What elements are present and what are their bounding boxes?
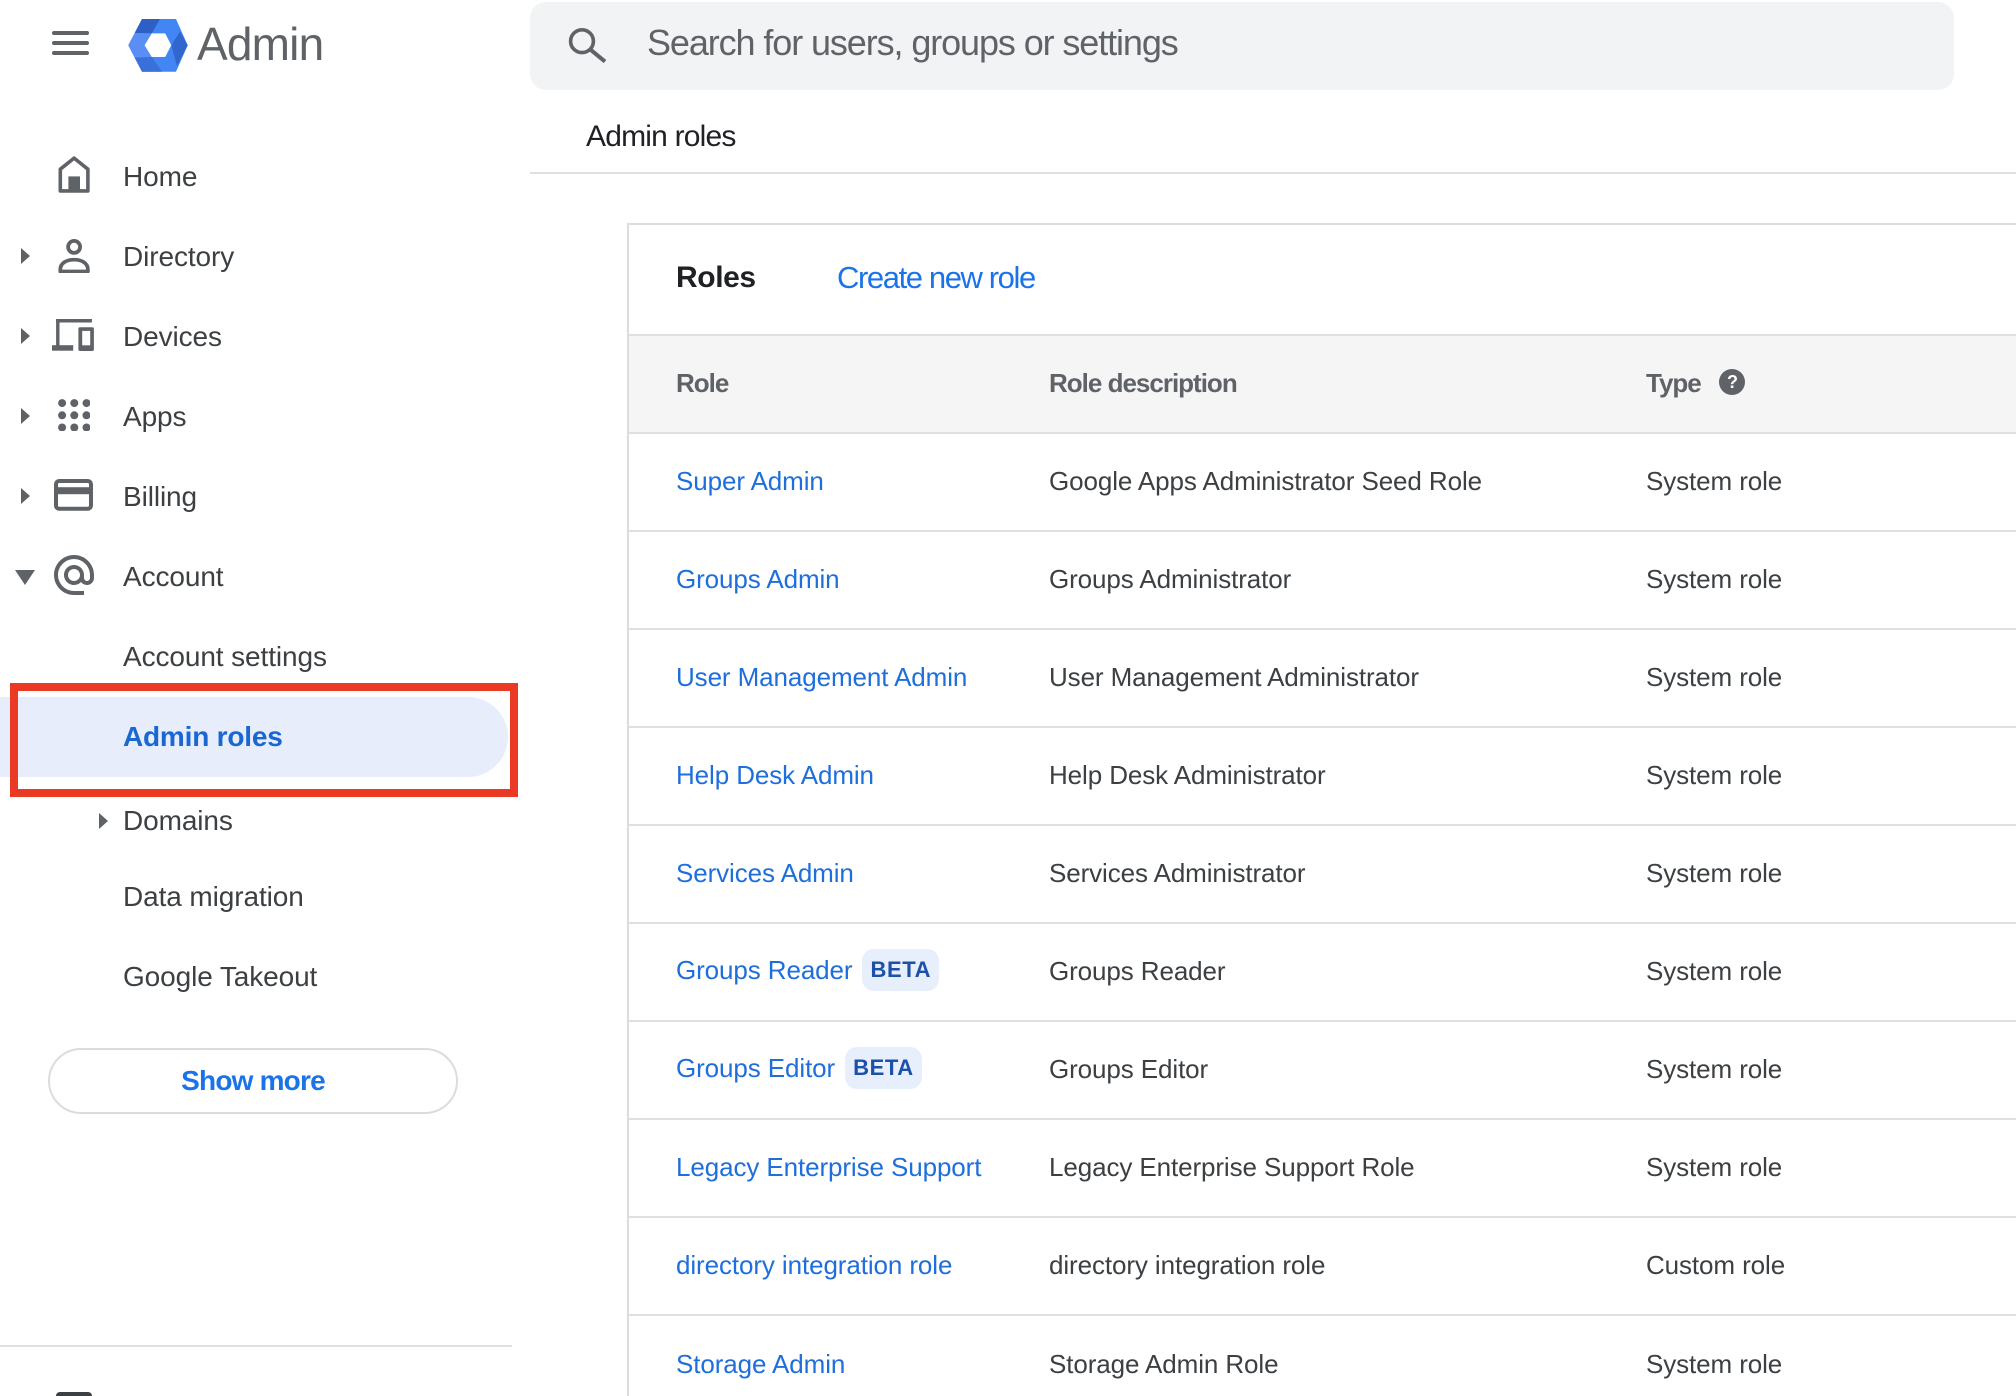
svg-text:?: ? — [1727, 373, 1737, 393]
